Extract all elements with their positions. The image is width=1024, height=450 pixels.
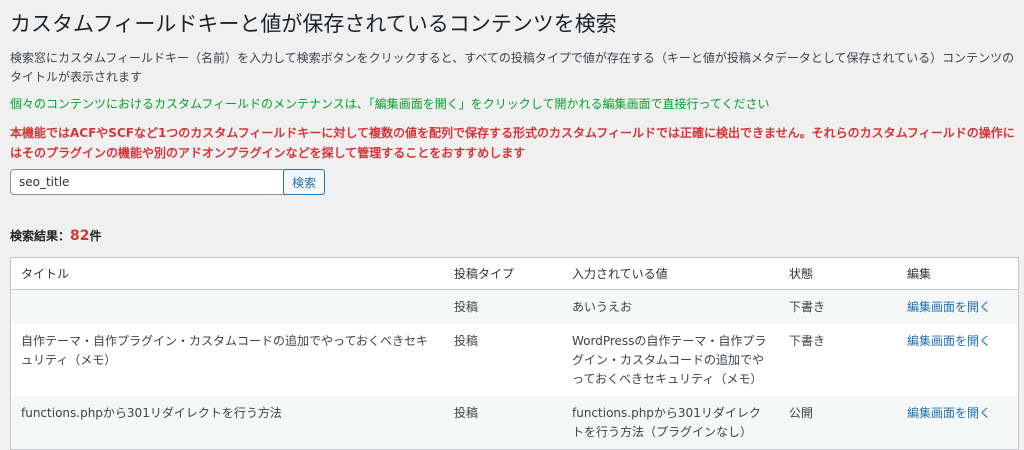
cell-status: 下書き bbox=[779, 289, 897, 324]
column-header-status: 状態 bbox=[779, 257, 897, 290]
cell-post-type: 投稿 bbox=[444, 289, 562, 324]
cell-title bbox=[10, 289, 444, 324]
edit-link[interactable]: 編集画面を開く bbox=[907, 334, 991, 348]
results-table: タイトル 投稿タイプ 入力されている値 状態 編集 投稿 あいうえお 下書き 編… bbox=[10, 257, 1019, 450]
table-row: 自作テーマ・自作プラグイン・カスタムコードの追加でやっておくべきセキュリティ（メ… bbox=[11, 324, 1019, 396]
cell-edit: 編集画面を開く bbox=[897, 324, 1019, 396]
maintenance-note: 個々のコンテンツにおけるカスタムフィールドのメンテナンスは、「編集画面を開く」を… bbox=[10, 97, 770, 111]
cell-value: functions.phpから301リダイレクトを行う方法（プラグインなし） bbox=[562, 396, 779, 450]
column-header-value: 入力されている値 bbox=[562, 257, 779, 290]
cell-post-type: 投稿 bbox=[454, 334, 479, 348]
page-description: 検索窓にカスタムフィールドキー（名前）を入力して検索ボタンをクリックすると、すべ… bbox=[10, 51, 1015, 84]
table-header-row: タイトル 投稿タイプ 入力されている値 状態 編集 bbox=[10, 257, 1019, 290]
search-input[interactable] bbox=[10, 169, 296, 195]
cell-edit: 編集画面を開く bbox=[897, 289, 1019, 324]
column-header-post-type: 投稿タイプ bbox=[444, 257, 562, 290]
cell-title: 自作テーマ・自作プラグイン・カスタムコードの追加でやっておくべきセキュリティ（メ… bbox=[21, 334, 429, 367]
cell-status: 公開 bbox=[779, 396, 897, 450]
search-button[interactable]: 検索 bbox=[283, 169, 325, 195]
edit-link[interactable]: 編集画面を開く bbox=[907, 406, 991, 420]
column-header-edit: 編集 bbox=[897, 257, 1019, 290]
search-result-count: 検索結果：82件 bbox=[10, 227, 102, 244]
column-header-title: タイトル bbox=[10, 257, 444, 290]
result-label: 検索結果： bbox=[10, 229, 71, 243]
cell-value: あいうえお bbox=[562, 289, 779, 324]
cell-post-type: 投稿 bbox=[444, 396, 562, 450]
cell-value: WordPressの自作テーマ・自作プラグイン・カスタムコードの追加でやっておく… bbox=[572, 334, 767, 386]
warning-note: 本機能ではACFやSCFなど1つのカスタムフィールドキーに対して複数の値を配列で… bbox=[10, 126, 1015, 160]
cell-title: functions.phpから301リダイレクトを行う方法 bbox=[10, 396, 444, 450]
result-number: 82 bbox=[70, 228, 90, 244]
cell-edit: 編集画面を開く bbox=[897, 396, 1019, 450]
result-unit: 件 bbox=[89, 229, 102, 243]
page-title: カスタムフィールドキーと値が保存されているコンテンツを検索 bbox=[10, 12, 617, 36]
edit-link[interactable]: 編集画面を開く bbox=[907, 300, 991, 314]
cell-status: 下書き bbox=[789, 334, 826, 348]
table-row: 投稿 あいうえお 下書き 編集画面を開く bbox=[10, 289, 1019, 324]
table-row: functions.phpから301リダイレクトを行う方法 投稿 functio… bbox=[10, 396, 1019, 450]
